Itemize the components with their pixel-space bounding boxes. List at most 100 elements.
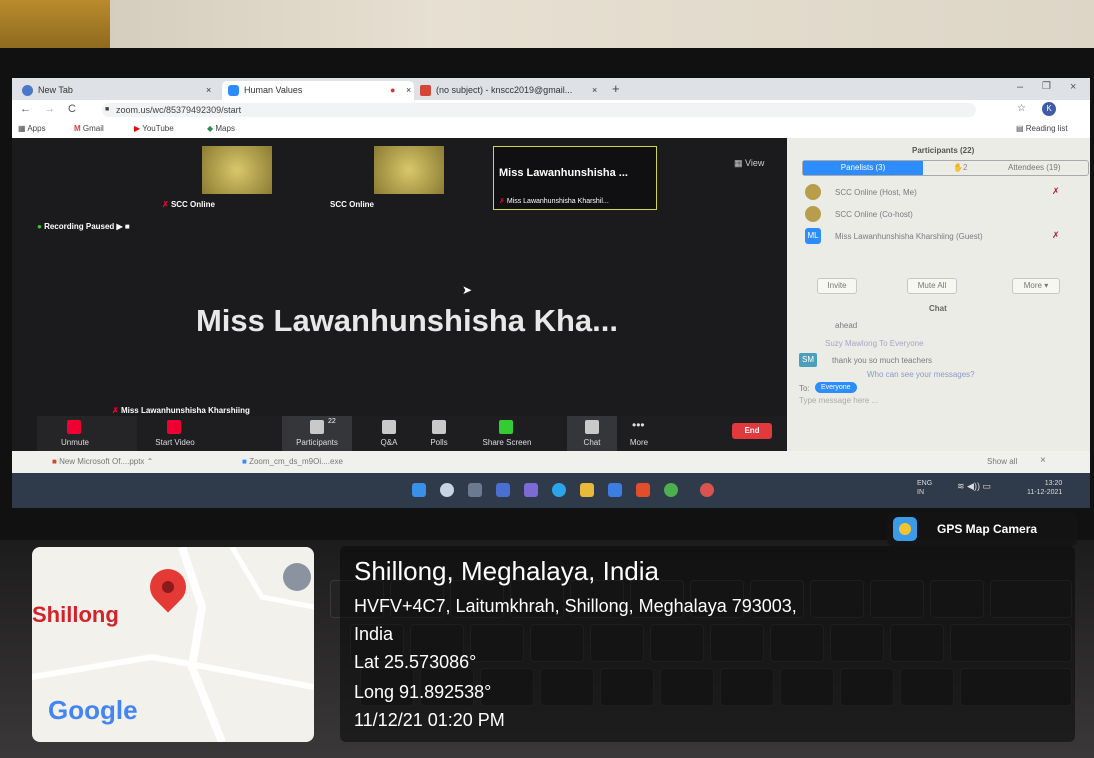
download-item[interactable]: ■ Zoom_cm_ds_m9Oi....exe [242, 457, 343, 466]
teams-chat-icon[interactable] [524, 483, 538, 497]
tab-gmail[interactable]: (no subject) - knscc2019@gmail... × [414, 81, 626, 100]
bookmark-youtube[interactable]: ▶ YouTube [134, 124, 174, 133]
gmail-icon: M [74, 124, 81, 133]
lock-icon: ■ [105, 106, 110, 113]
avatar: SM [799, 353, 817, 367]
tab-attendees[interactable]: Attendees (19) [1008, 161, 1060, 175]
participant-tile-active[interactable]: Miss Lawanhunshisha ... ✗ Miss Lawanhuns… [493, 146, 657, 210]
task-view-icon[interactable] [468, 483, 482, 497]
muted-mic-icon: ✗ [1052, 186, 1060, 196]
tab-human-values[interactable]: Human Values ● × [222, 81, 414, 100]
back-icon[interactable]: ← [20, 103, 31, 115]
restore-icon[interactable]: ❐ [1042, 81, 1051, 92]
bookmark-gmail[interactable]: M Gmail [74, 124, 104, 133]
chat-recipient-select[interactable]: Everyone [815, 382, 857, 393]
avatar: ML [805, 228, 821, 244]
bookmark-apps[interactable]: ▦ Apps [18, 124, 46, 133]
gps-info-card: Shillong, Meghalaya, India HVFV+4C7, Lai… [340, 546, 1075, 742]
panel-tabs: Panelists (3) ✋2 Attendees (19) [802, 160, 1089, 176]
star-icon[interactable]: ☆ [1017, 103, 1026, 114]
pptx-icon: ■ [52, 457, 57, 466]
zoom-icon [228, 85, 239, 96]
raised-hands[interactable]: ✋2 [953, 161, 967, 175]
mute-all-button[interactable]: Mute All [907, 278, 957, 294]
zoom-toolbar: Unmute Start Video 22 Participants Q&A P… [37, 416, 787, 451]
view-button[interactable]: ▦ View [734, 158, 764, 169]
minimize-icon[interactable]: – [1017, 81, 1023, 93]
chat-visibility-notice[interactable]: Who can see your messages? [867, 370, 975, 379]
edge-icon[interactable] [552, 483, 566, 497]
show-all-button[interactable]: Show all [987, 457, 1017, 466]
gps-camera-badge: GPS Map Camera [887, 512, 1077, 546]
polls-icon [432, 420, 446, 434]
video-off-icon [167, 420, 181, 434]
more-dots-icon: ••• [632, 418, 645, 432]
maps-icon: ◆ [207, 124, 214, 133]
close-window-icon[interactable]: × [1070, 81, 1076, 93]
gmail-icon [420, 85, 431, 96]
participants-panel: Participants (22) Panelists (3) ✋2 Atten… [787, 138, 1090, 451]
bookmarks-bar: ▦ Apps M Gmail ▶ YouTube ◆ Maps ▤ Readin… [12, 120, 1090, 139]
avatar [805, 206, 821, 222]
download-bar: ■ New Microsoft Of....pptx ⌃ ■ Zoom_cm_d… [12, 451, 1090, 473]
language-indicator[interactable]: ENG IN [917, 479, 932, 497]
participant-thumbnail[interactable] [374, 146, 444, 194]
muted-mic-icon: ✗ [112, 406, 119, 415]
participant-thumbnail[interactable] [202, 146, 272, 194]
chrome-icon [22, 85, 33, 96]
zoom-meeting-area: Miss Lawanhunshisha ... ✗ Miss Lawanhuns… [12, 138, 787, 451]
close-tab-icon[interactable]: × [592, 81, 597, 100]
muted-mic-icon: ✗ [162, 200, 169, 209]
url-field[interactable]: ■ zoom.us/wc/85379492309/start [102, 103, 976, 117]
chat-icon [585, 420, 599, 434]
clock[interactable]: 13:20 11-12-2021 [1027, 479, 1062, 497]
office-icon[interactable] [636, 483, 650, 497]
location-map: Shillong Google [32, 547, 314, 742]
qa-icon [382, 420, 396, 434]
unmute-button[interactable]: Unmute [37, 416, 137, 451]
recording-dot-icon: ● [390, 85, 396, 95]
wifi-volume-icon[interactable]: ≋ ◀)) ▭ [957, 481, 991, 492]
windows-taskbar: ENG IN ≋ ◀)) ▭ 13:20 11-12-2021 [12, 473, 1090, 508]
reload-icon[interactable]: C [68, 103, 76, 115]
muted-mic-icon: ✗ [1052, 230, 1060, 240]
file-explorer-icon[interactable] [580, 483, 594, 497]
invite-button[interactable]: Invite [817, 278, 857, 294]
gps-camera-icon [893, 517, 917, 541]
widgets-icon[interactable] [496, 483, 510, 497]
mic-muted-icon [67, 420, 81, 434]
search-icon[interactable] [440, 483, 454, 497]
zoom-icon[interactable] [700, 483, 714, 497]
shield-icon: ● [37, 222, 42, 231]
chrome-icon[interactable] [664, 483, 678, 497]
recording-status: ● Recording Paused ▶ ■ [37, 222, 130, 231]
laptop-screen: New Tab × Human Values ● × (no subject) … [12, 78, 1090, 508]
avatar [805, 184, 821, 200]
windows-start-icon[interactable] [412, 483, 426, 497]
more-options-button[interactable]: More ▾ [1012, 278, 1060, 294]
reading-list[interactable]: ▤ Reading list [1016, 124, 1068, 133]
browser-tab-bar: New Tab × Human Values ● × (no subject) … [12, 78, 1090, 100]
address-bar-row: ← → C ■ zoom.us/wc/85379492309/start ☆ K [12, 100, 1090, 120]
active-speaker-name: Miss Lawanhunshisha Kha... [195, 303, 619, 338]
youtube-icon: ▶ [134, 124, 141, 133]
forward-icon[interactable]: → [44, 103, 55, 115]
download-item[interactable]: ■ New Microsoft Of....pptx ⌃ [52, 457, 153, 466]
chat-input[interactable]: Type message here ... [799, 396, 878, 405]
map-city-label: Shillong [32, 602, 119, 627]
muted-mic-icon: ✗ [499, 198, 505, 205]
zoom-icon: ■ [242, 457, 247, 466]
participants-button[interactable]: 22 Participants [282, 416, 352, 451]
tab-panelists[interactable]: Panelists (3) [803, 161, 923, 175]
store-icon[interactable] [608, 483, 622, 497]
profile-avatar[interactable]: K [1042, 102, 1056, 116]
bookmark-maps[interactable]: ◆ Maps [207, 124, 235, 133]
end-button[interactable]: End [732, 423, 772, 439]
new-tab-plus-icon[interactable]: + [612, 81, 620, 96]
close-icon[interactable]: × [1040, 455, 1046, 466]
close-tab-icon[interactable]: × [206, 81, 211, 100]
close-tab-icon[interactable]: × [406, 81, 411, 100]
mouse-cursor-icon: ➤ [462, 283, 473, 297]
tab-new-tab[interactable]: New Tab × [16, 81, 238, 100]
curtain [0, 0, 110, 48]
